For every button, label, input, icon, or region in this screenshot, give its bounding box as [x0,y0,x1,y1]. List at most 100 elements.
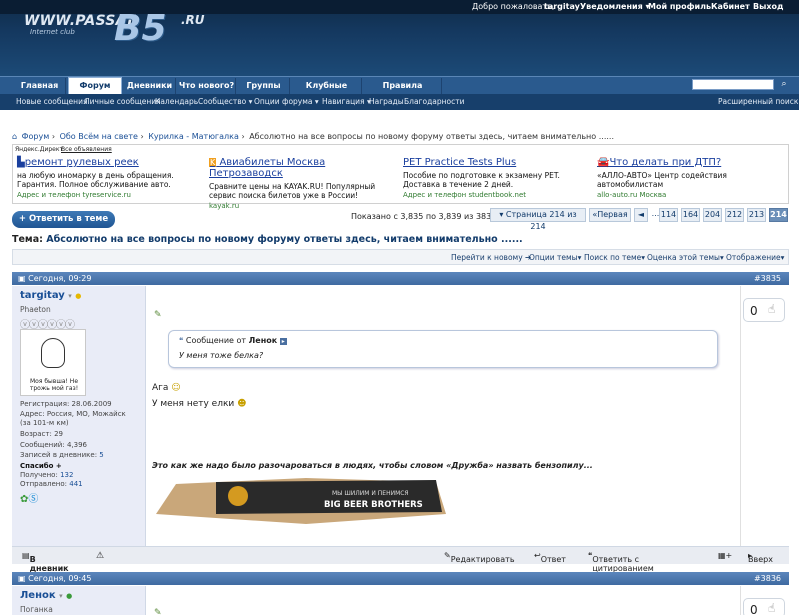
post-footer: ▤ В дневник ⚠ ✎ Редактировать ↩ Ответ ❝ … [12,546,789,573]
rate-thread-menu[interactable]: Оценка этой темы▾ [647,253,724,262]
post-date: ▣ Сегодня, 09:29 [18,274,92,283]
thumbs-up-icon: ☝ [768,601,776,615]
post-header: ▣ Сегодня, 09:45 #3836 [12,572,789,585]
ad-item[interactable]: ▙ремонт рулевых реек на любую иномарку в… [17,157,207,199]
search-icon[interactable]: ⌕ [778,79,790,91]
advanced-search-link[interactable]: Расширенный поиск [718,97,798,106]
top-button[interactable]: Вверх ▸ [748,551,773,564]
thumbs-up-icon: ☝ [768,302,776,316]
search-thread-menu[interactable]: Поиск по теме▾ [584,253,645,262]
thread-title: Тема: Абсолютно на все вопросы по новому… [12,234,523,245]
vote-box[interactable]: 0 ☝ [743,598,785,615]
smiley-icon: ☺ [171,383,181,393]
post-icon: ✎ [154,310,162,320]
view-post-icon[interactable]: ▸ [279,338,287,345]
post-text-line: У меня нету елки ☻ [152,399,247,409]
post-vote: 0 ☝ [740,286,789,546]
ad-item[interactable]: PET Practice Tests Plus Пособие по подго… [403,157,593,199]
tab-whats-new[interactable]: Что нового? [178,78,236,94]
all-ads-link[interactable]: Все объявления [61,146,112,153]
avatar[interactable]: Моя бывша! Не трожь мой газ! [20,329,86,396]
home-icon[interactable]: ⌂ [12,132,17,141]
subnav-forum-options[interactable]: Опции форума ▾ [254,97,319,106]
post-vote: 0 ☝ [740,586,789,615]
subnav-private-messages[interactable]: Личные сообщения [84,97,161,106]
user-rank: Phaeton [20,305,51,314]
tab-groups[interactable]: Группы [238,78,290,94]
smiley-icon: ☻ [237,399,247,409]
search-input[interactable] [692,79,774,90]
reply-button[interactable]: ↩ Ответ [534,551,566,564]
thread-tools: Перейти к новому ➔ Опции темы▾ Поиск по … [12,249,789,265]
post-user-info: targitay ▾ ● Phaeton ⓥⓥⓥⓥⓥⓥ Моя бывша! Н… [12,286,146,546]
pager-page[interactable]: 212 [725,208,744,222]
tab-diaries[interactable]: Дневники [124,78,176,94]
vote-box[interactable]: 0 ☝ [743,298,785,322]
post-header: ▣ Сегодня, 09:29 #3835 [12,272,789,285]
notifications-menu[interactable]: Уведомления ▾ [580,2,650,11]
post-date: ▣ Сегодня, 09:45 [18,574,92,583]
quote-header: ❝ Сообщение от Ленок ▸ [179,336,287,345]
multiquote-icon[interactable]: ▦+ [718,551,732,560]
tab-home[interactable]: Главная [14,78,66,94]
ad-item[interactable]: K Авиабилеты Москва Петрозаводск Сравнит… [209,157,399,210]
contact-icons[interactable]: ✿Ⓢ [20,490,38,505]
status-icon: ● [75,292,82,300]
pager-page[interactable]: 114 [659,208,678,222]
breadcrumb-forum[interactable]: Форум [22,132,50,141]
subnav-community[interactable]: Сообщество ▾ [198,97,252,106]
pager-page[interactable]: 213 [747,208,766,222]
kayak-icon: K [209,158,217,167]
post-username[interactable]: targitay ▾ ● [20,290,81,301]
tab-forum[interactable]: Форум [68,77,122,95]
car-icon: 🚘 [597,157,610,168]
reply-quote-button[interactable]: ❝ Ответить с цитированием [588,551,654,573]
post-username[interactable]: Ленок ▾ ● [20,590,72,601]
post-body: ✎ [146,586,740,615]
subnav-calendar[interactable]: Календарь [155,97,198,106]
pager-prev[interactable]: ◄ [634,208,648,222]
yandex-direct-label[interactable]: Яндекс.Директ [15,146,63,153]
logout-link[interactable]: Выход [753,2,783,11]
tab-rules[interactable]: Правила форума [364,78,442,105]
post-icon: ✎ [154,608,162,615]
post-body: ✎ ❝ Сообщение от Ленок ▸ У меня тоже бел… [146,286,740,546]
ad-icon: ▙ [17,157,25,168]
breadcrumb-current: Абсолютно на все вопросы по новому форум… [249,132,614,141]
quote-block: ❝ Сообщение от Ленок ▸ У меня тоже белка… [168,330,718,368]
status-icon: ● [66,592,73,600]
ad-item[interactable]: 🚘Что делать при ДТП? «АЛЛО-АВТО» Центр с… [597,157,787,199]
post-number[interactable]: #3835 [754,274,781,283]
thread-options-menu[interactable]: Опции темы▾ [529,253,581,262]
signature-banner[interactable]: МЫ ШИЛИМ И ПЕНИМСЯ BIG BEER BROTHERS [156,474,446,524]
username-link[interactable]: targitay [544,2,580,11]
skype-icon: Ⓢ [28,494,39,505]
display-mode-menu[interactable]: Отображение▾ [726,253,784,262]
cabinet-link[interactable]: Кабинет [711,2,750,11]
subnav-new-posts[interactable]: Новые сообщения [16,97,87,106]
subnav-navigation[interactable]: Навигация ▾ [322,97,371,106]
banner-image [156,478,446,524]
sub-nav: Новые сообщения Личные сообщения Календа… [0,94,799,110]
report-icon[interactable]: ⚠ [96,551,104,561]
tab-club-cards[interactable]: Клубные карты [292,78,362,105]
add-to-diary-button[interactable]: ▤ В дневник [22,551,69,573]
pager-page[interactable]: 204 [703,208,722,222]
ad-block: Яндекс.Директ Все объявления ▙ремонт рул… [12,144,789,210]
pager-page[interactable]: 164 [681,208,700,222]
goto-new-link[interactable]: Перейти к новому ➔ [451,253,531,262]
user-rank: Поганка [20,605,53,614]
breadcrumb-about-all[interactable]: Обо Всём на свете [60,132,138,141]
subnav-thanks[interactable]: Благодарности [404,97,464,106]
edit-button[interactable]: ✎ Редактировать [444,551,515,564]
subnav-awards[interactable]: Награды [369,97,404,106]
breadcrumb-smoking-room[interactable]: Курилка - Матюгалка [148,132,239,141]
pager-label[interactable]: ▾ Страница 214 из 214 [490,208,586,231]
pager-first[interactable]: «Первая [589,208,631,222]
post-user-info: Ленок ▾ ● Поганка [12,586,146,615]
site-logo[interactable]: WWW.PASSAT- B5 .RU Internet club [6,6,206,50]
post-number[interactable]: #3836 [754,574,781,583]
profile-link[interactable]: Мой профиль [648,2,711,11]
avatar-figure-icon [41,338,65,368]
reply-thread-button[interactable]: + Ответить в теме [12,211,115,228]
